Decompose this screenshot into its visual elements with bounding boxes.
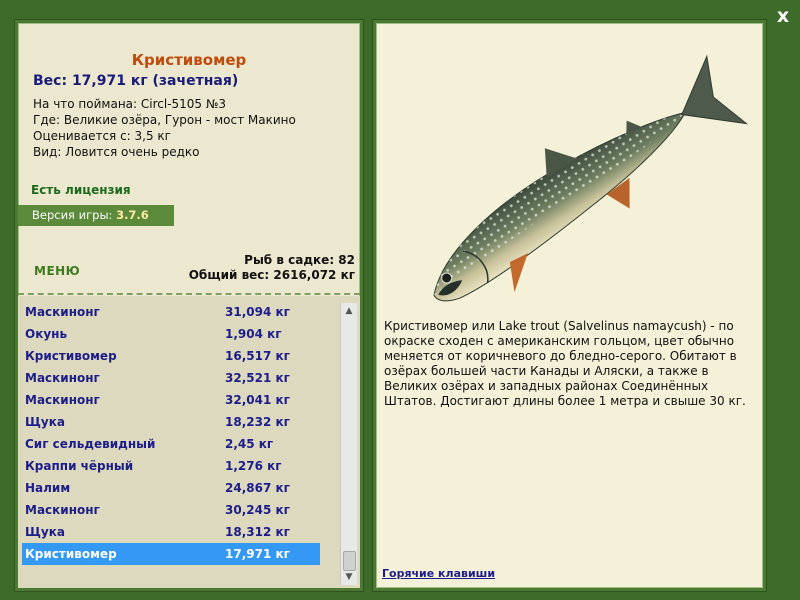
catch-list-row[interactable]: Кристивомер 17,971 кг bbox=[22, 543, 320, 565]
catch-fish-name: Кристивомер bbox=[25, 547, 117, 561]
cage-count: Рыб в садке: 82 bbox=[244, 253, 355, 267]
catch-list-row[interactable]: Кристивомер 16,517 кг bbox=[22, 345, 320, 367]
divider bbox=[18, 293, 360, 295]
caught-with-info: На что поймана: Circl-5105 №3 bbox=[33, 97, 226, 111]
location-info: Где: Великие озёра, Гурон - мост Макино bbox=[33, 113, 296, 127]
fish-illustration bbox=[433, 54, 749, 302]
close-button[interactable]: x bbox=[773, 6, 793, 26]
catch-fish-weight: 30,245 кг bbox=[225, 503, 290, 517]
catch-fish-name: Окунь bbox=[25, 327, 68, 341]
catch-fish-weight: 24,867 кг bbox=[225, 481, 290, 495]
cage-summary: Рыб в садке: 82 Общий вес: 2616,072 кг bbox=[189, 253, 355, 283]
catch-fish-name: Налим bbox=[25, 481, 71, 495]
catch-fish-name: Маскинонг bbox=[25, 305, 100, 319]
catch-list-row[interactable]: Маскинонг 32,521 кг bbox=[22, 367, 320, 389]
catch-fish-weight: 32,041 кг bbox=[225, 393, 290, 407]
catch-fish-name: Сиг сельдевидный bbox=[25, 437, 156, 451]
rated-from-info: Оценивается с: 3,5 кг bbox=[33, 129, 171, 143]
catch-list-row[interactable]: Сиг сельдевидный 2,45 кг bbox=[22, 433, 320, 455]
menu-button[interactable]: МЕНЮ bbox=[34, 264, 80, 278]
catch-fish-weight: 32,521 кг bbox=[225, 371, 290, 385]
catch-list: Маскинонг 31,094 кг Окунь 1,904 кг Кристивом… bbox=[18, 296, 360, 588]
cage-total-weight: Общий вес: 2616,072 кг bbox=[188, 268, 355, 282]
fish-description-panel: Кристивомер или Lake trout (Salvelinus n… bbox=[373, 20, 766, 591]
catch-fish-name: Маскинонг bbox=[25, 371, 100, 385]
fish-name-title: Кристивомер bbox=[131, 51, 247, 69]
version-label: Версия игры: bbox=[32, 208, 113, 222]
catch-fish-name: Маскинонг bbox=[25, 503, 100, 517]
catch-fish-weight: 18,312 кг bbox=[225, 525, 290, 539]
catch-list-row[interactable]: Окунь 1,904 кг bbox=[22, 323, 320, 345]
catch-fish-weight: 2,45 кг bbox=[225, 437, 274, 451]
catch-list-row[interactable]: Маскинонг 32,041 кг bbox=[22, 389, 320, 411]
close-icon[interactable]: x bbox=[777, 5, 789, 27]
catch-fish-weight: 18,232 кг bbox=[225, 415, 290, 429]
catch-list-row[interactable]: Налим 24,867 кг bbox=[22, 477, 320, 499]
catch-fish-name: Краппи чёрный bbox=[25, 459, 134, 473]
fish-weight: Вес: 17,971 кг (зачетная) bbox=[33, 73, 239, 89]
scrollbar-thumb[interactable] bbox=[343, 551, 356, 571]
catch-fish-name: Маскинонг bbox=[25, 393, 100, 407]
catch-fish-weight: 1,276 кг bbox=[225, 459, 282, 473]
catch-fish-name: Щука bbox=[25, 415, 65, 429]
catch-list-row[interactable]: Щука 18,312 кг bbox=[22, 521, 320, 543]
catch-list-row[interactable]: Краппи чёрный 1,276 кг bbox=[22, 455, 320, 477]
lake-trout-image bbox=[386, 53, 756, 313]
list-scrollbar[interactable]: ▲ ▼ bbox=[340, 303, 357, 585]
catch-fish-weight: 31,094 кг bbox=[225, 305, 290, 319]
catch-fish-name: Кристивомер bbox=[25, 349, 117, 363]
catch-list-row[interactable]: Маскинонг 30,245 кг bbox=[22, 499, 320, 521]
catch-list-row[interactable]: Щука 18,232 кг bbox=[22, 411, 320, 433]
rarity-info: Вид: Ловится очень редко bbox=[33, 145, 200, 159]
catch-fish-weight: 16,517 кг bbox=[225, 349, 290, 363]
catch-fish-weight: 1,904 кг bbox=[225, 327, 282, 341]
catch-fish-name: Щука bbox=[25, 525, 65, 539]
fish-info-panel: Кристивомер Вес: 17,971 кг (зачетная) На… bbox=[15, 20, 363, 591]
catch-list-row[interactable]: Маскинонг 31,094 кг bbox=[22, 301, 320, 323]
license-status: Есть лицензия bbox=[31, 183, 131, 197]
catch-fish-weight: 17,971 кг bbox=[225, 547, 290, 561]
arrow-down-icon[interactable]: ▼ bbox=[341, 569, 357, 585]
version-badge: Версия игры: 3.7.6 bbox=[18, 205, 174, 226]
fish-description: Кристивомер или Lake trout (Salvelinus n… bbox=[384, 319, 746, 408]
hotkeys-link[interactable]: Горячие клавиши bbox=[382, 567, 495, 580]
arrow-up-icon[interactable]: ▲ bbox=[341, 303, 357, 319]
version-value: 3.7.6 bbox=[116, 208, 149, 222]
